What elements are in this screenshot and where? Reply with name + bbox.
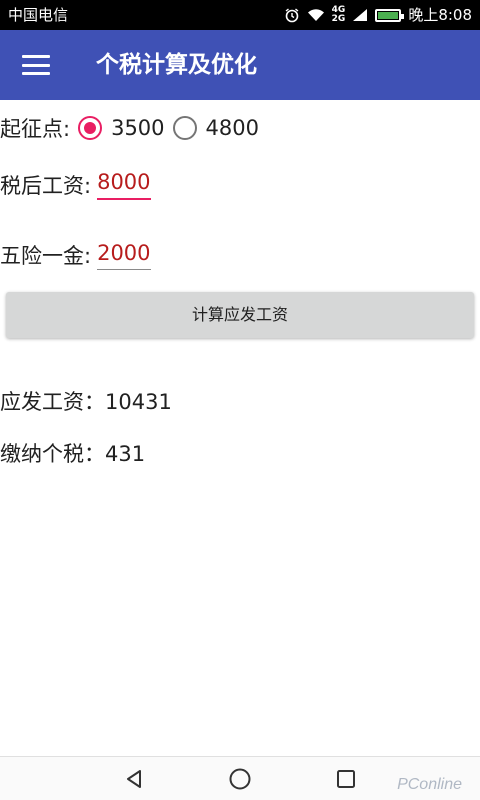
radio-checked-icon xyxy=(78,116,103,140)
watermark: PConline xyxy=(397,776,462,793)
app-title: 个税计算及优化 xyxy=(96,52,257,78)
calculate-button[interactable]: 计算应发工资 xyxy=(6,292,474,338)
recent-apps-square-icon[interactable] xyxy=(316,757,376,800)
radio-3500[interactable]: 3500 xyxy=(78,116,165,140)
insurance-label: 五险一金: xyxy=(0,244,92,268)
threshold-label: 起征点: xyxy=(0,117,71,141)
insurance-row: 五险一金: 2000 xyxy=(0,240,151,270)
app-bar: 个税计算及优化 xyxy=(0,30,480,100)
alarm-icon xyxy=(284,7,300,23)
insurance-input[interactable]: 2000 xyxy=(97,241,151,270)
signal-bars-icon xyxy=(352,8,368,22)
radio-unchecked-icon xyxy=(172,116,197,140)
navigation-bar: PConline xyxy=(0,756,480,800)
network-2g-label: 2G xyxy=(331,14,346,24)
radio-4800[interactable]: 4800 xyxy=(172,116,259,140)
battery-icon xyxy=(375,8,405,22)
home-circle-icon[interactable] xyxy=(210,757,270,800)
hamburger-menu-icon[interactable] xyxy=(22,55,50,75)
threshold-row: 起征点: 3500 4800 xyxy=(0,110,259,146)
network-type-indicator: 4G 2G xyxy=(332,6,346,24)
status-bar: 中国电信 4G 2G 晚上8:08 xyxy=(0,0,480,30)
after-tax-salary-row: 税后工资: 8000 xyxy=(0,170,151,200)
after-tax-salary-input[interactable]: 8000 xyxy=(97,170,151,200)
app-root: 中国电信 4G 2G 晚上8:08 个税计算及优化 起征点: 3500 4800… xyxy=(0,0,480,800)
radio-3500-label: 3500 xyxy=(111,116,165,140)
status-icons: 4G 2G 晚上8:08 xyxy=(277,0,472,30)
after-tax-salary-label: 税后工资: xyxy=(0,174,92,198)
radio-4800-label: 4800 xyxy=(205,116,259,140)
gross-salary-result: 应发工资：10431 xyxy=(0,390,172,414)
wifi-icon xyxy=(307,8,325,22)
carrier-name: 中国电信 xyxy=(8,6,69,24)
back-triangle-icon[interactable] xyxy=(104,757,164,800)
clock-time: 晚上8:08 xyxy=(408,6,472,24)
tax-paid-result: 缴纳个税：431 xyxy=(0,442,146,466)
